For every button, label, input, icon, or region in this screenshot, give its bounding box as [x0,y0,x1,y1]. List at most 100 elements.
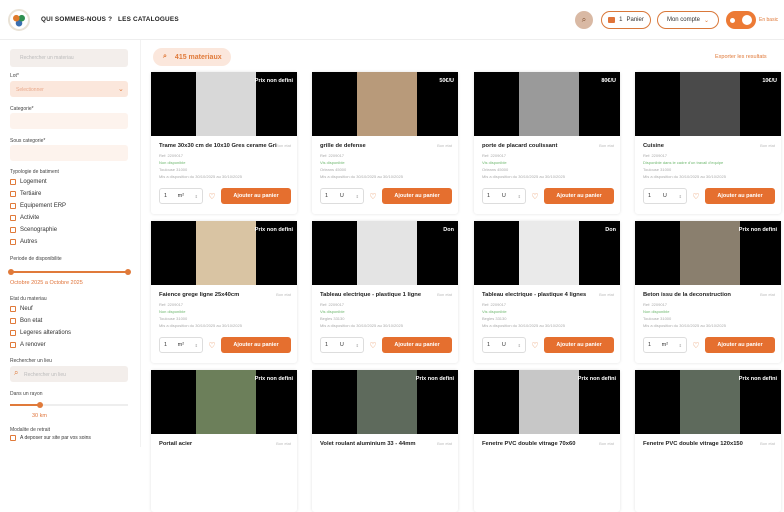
stepper-arrows-icon[interactable]: ⇕ [518,194,521,199]
building-tertiaire[interactable]: Tertiaire [10,191,41,197]
subcategory-select[interactable] [10,145,128,161]
nav-catalogues[interactable]: LES CATALOGUES [118,16,179,23]
state-neuf[interactable]: Neuf [10,306,33,312]
product-title[interactable]: Fenetre PVC double vitrage 120x150 [643,441,761,447]
product-title[interactable]: porte de placard coulissant [482,143,600,149]
building-scenographie[interactable]: Scenographie [10,227,57,233]
favorite-heart-icon[interactable]: ♡ [206,337,218,353]
add-to-cart-button[interactable]: Ajouter au panier [544,188,614,204]
product-card[interactable]: Don Tableau electrique - plastique 1 lig… [312,221,458,363]
cart-button[interactable]: 1 Panier [601,11,651,29]
state-renover[interactable]: A renover [10,342,46,348]
product-card[interactable]: Prix non defini Fenetre PVC double vitra… [635,370,781,512]
product-image[interactable]: Prix non defini [635,370,781,434]
stepper-arrows-icon[interactable]: ⇕ [518,343,521,348]
search-button[interactable]: ⌕ [575,11,593,29]
product-card[interactable]: 10€/U Cuisine Bon etat Ref: 2209017 Dispo… [635,72,781,214]
product-card[interactable]: Prix non defini Faience grege ligne 25x4… [151,221,297,363]
product-image[interactable]: 10€/U [635,72,781,136]
stepper-arrows-icon[interactable]: ⇕ [195,194,198,199]
quantity-stepper[interactable]: 1 U ⇕ [482,188,526,204]
withdraw-option[interactable]: A deposer sur site par vos soins [10,435,91,441]
product-title[interactable]: Cuisine [643,143,761,149]
building-activite[interactable]: Activite [10,215,39,221]
checkbox[interactable] [10,306,16,312]
product-title[interactable]: grille de defense [320,143,438,149]
product-image[interactable]: Prix non defini [312,370,458,434]
stepper-arrows-icon[interactable]: ⇕ [356,194,359,199]
product-card[interactable]: Prix non defini Trame 30x30 cm de 10x10 … [151,72,297,214]
checkbox[interactable] [10,318,16,324]
product-title[interactable]: Trame 30x30 cm de 10x10 Gres cerame Gris… [159,143,277,149]
product-title[interactable]: Faience grege ligne 25x40cm [159,292,277,298]
add-to-cart-button[interactable]: Ajouter au panier [705,188,775,204]
product-title[interactable]: Tableau electrique - plastique 4 lignes [482,292,600,298]
product-card[interactable]: Prix non defini Volet roulant aluminium … [312,370,458,512]
product-title[interactable]: Portail acier [159,441,277,447]
product-card[interactable]: 50€/U grille de defense Bon etat Ref: 220… [312,72,458,214]
account-button[interactable]: Mon compte ⌄ [657,11,719,29]
product-image[interactable]: Don [474,221,620,285]
checkbox[interactable] [10,239,16,245]
product-title[interactable]: Volet roulant aluminium 33 - 44mm [320,441,438,447]
add-to-cart-button[interactable]: Ajouter au panier [221,188,291,204]
product-card[interactable]: Prix non defini Fenetre PVC double vitra… [474,370,620,512]
checkbox[interactable] [10,435,16,441]
quantity-stepper[interactable]: 1 U ⇕ [643,188,687,204]
category-select[interactable] [10,113,128,129]
product-card[interactable]: Prix non defini Beton issu de la deconst… [635,221,781,363]
favorite-heart-icon[interactable]: ♡ [529,188,541,204]
state-legeres[interactable]: Legeres alterations [10,330,71,336]
quantity-stepper[interactable]: 1 U ⇕ [320,188,364,204]
building-autres[interactable]: Autres [10,239,37,245]
product-image[interactable]: 50€/U [312,72,458,136]
building-logement[interactable]: Logement [10,179,47,185]
mode-toggle[interactable] [726,11,756,29]
product-image[interactable]: Prix non defini [474,370,620,434]
checkbox[interactable] [10,179,16,185]
product-image[interactable]: Don [312,221,458,285]
period-slider-handle-start[interactable] [8,269,14,275]
favorite-heart-icon[interactable]: ♡ [690,337,702,353]
period-slider[interactable] [10,271,128,273]
add-to-cart-button[interactable]: Ajouter au panier [705,337,775,353]
export-link[interactable]: Exporter les resultats [715,54,767,60]
favorite-heart-icon[interactable]: ♡ [529,337,541,353]
add-to-cart-button[interactable]: Ajouter au panier [221,337,291,353]
add-to-cart-button[interactable]: Ajouter au panier [382,337,452,353]
period-slider-handle-end[interactable] [125,269,131,275]
product-title[interactable]: Fenetre PVC double vitrage 70x60 [482,441,600,447]
checkbox[interactable] [10,342,16,348]
stepper-arrows-icon[interactable]: ⇕ [679,343,682,348]
favorite-heart-icon[interactable]: ♡ [367,188,379,204]
product-image[interactable]: Prix non defini [151,72,297,136]
checkbox[interactable] [10,330,16,336]
favorite-heart-icon[interactable]: ♡ [206,188,218,204]
product-image[interactable]: Prix non defini [151,370,297,434]
product-title[interactable]: Beton issu de la deconstruction [643,292,761,298]
quantity-stepper[interactable]: 1 m² ⇕ [643,337,687,353]
add-to-cart-button[interactable]: Ajouter au panier [544,337,614,353]
nav-about[interactable]: QUI SOMMES-NOUS ? [41,16,112,23]
favorite-heart-icon[interactable]: ♡ [690,188,702,204]
checkbox[interactable] [10,215,16,221]
stepper-arrows-icon[interactable]: ⇕ [195,343,198,348]
product-title[interactable]: Tableau electrique - plastique 1 ligne [320,292,438,298]
checkbox[interactable] [10,203,16,209]
checkbox[interactable] [10,227,16,233]
stepper-arrows-icon[interactable]: ⇕ [356,343,359,348]
product-image[interactable]: 80€/U [474,72,620,136]
site-logo[interactable] [8,9,30,31]
checkbox[interactable] [10,191,16,197]
radius-slider-handle[interactable] [37,402,43,408]
product-card[interactable]: 80€/U porte de placard coulissant Bon et… [474,72,620,214]
product-card[interactable]: Don Tableau electrique - plastique 4 lig… [474,221,620,363]
quantity-stepper[interactable]: 1 m² ⇕ [159,188,203,204]
quantity-stepper[interactable]: 1 U ⇕ [482,337,526,353]
quantity-stepper[interactable]: 1 U ⇕ [320,337,364,353]
radius-slider[interactable] [10,404,40,406]
favorite-heart-icon[interactable]: ♡ [367,337,379,353]
quantity-stepper[interactable]: 1 m² ⇕ [159,337,203,353]
add-to-cart-button[interactable]: Ajouter au panier [382,188,452,204]
state-bon-etat[interactable]: Bon etat [10,318,42,324]
